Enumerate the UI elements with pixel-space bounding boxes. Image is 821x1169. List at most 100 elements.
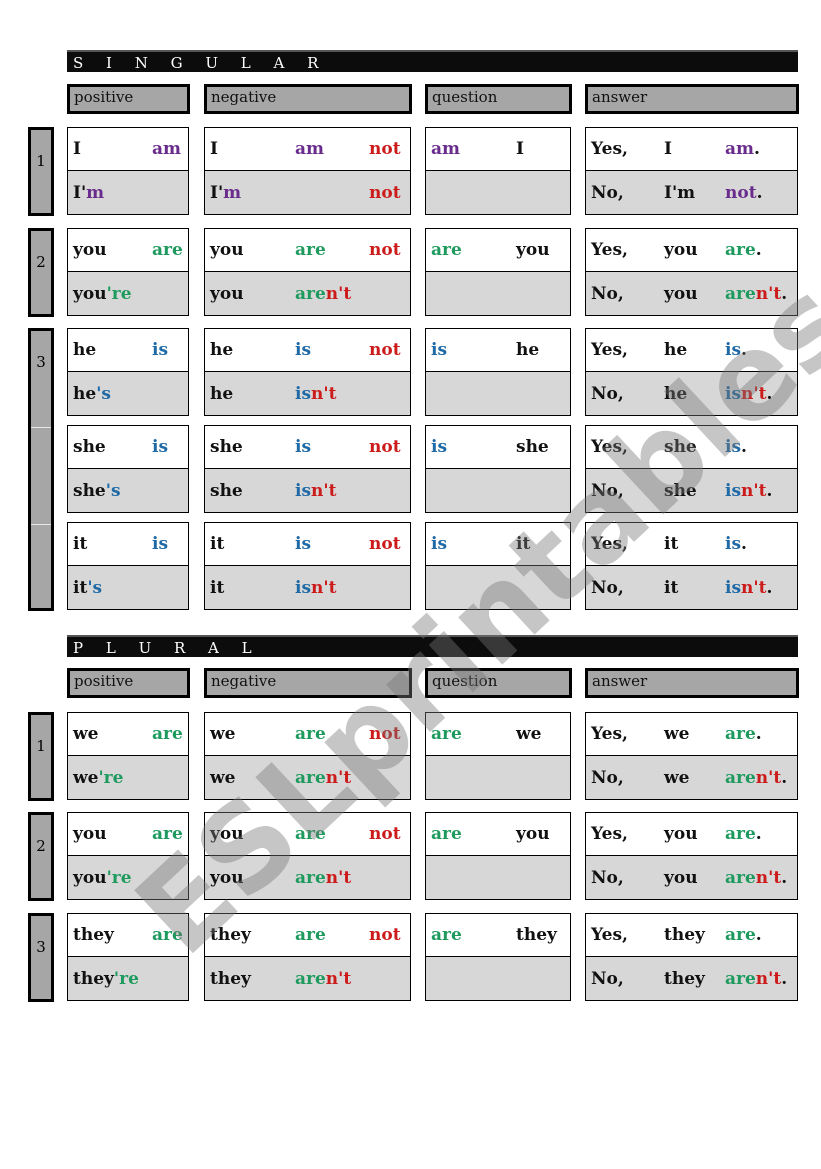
cell-question: am I xyxy=(425,127,571,215)
row-full: you are xyxy=(68,229,188,272)
word-part: . xyxy=(755,824,762,844)
word-part: are xyxy=(725,240,756,260)
word-part: you xyxy=(73,867,107,888)
row-full: are we xyxy=(426,713,570,756)
subject: it xyxy=(664,577,679,598)
verb: am xyxy=(295,139,325,159)
subject: he xyxy=(73,340,97,360)
word-part: n't xyxy=(325,283,352,304)
subject: we xyxy=(664,767,690,788)
word-part: 's xyxy=(105,480,121,501)
row-full: Yes, you are. xyxy=(586,813,797,856)
contraction: I'm xyxy=(210,183,241,203)
word-part: n't xyxy=(755,968,782,989)
person-number: 2 xyxy=(28,228,54,317)
word-part: n't xyxy=(741,383,767,404)
short-answer: aren't. xyxy=(725,284,787,304)
short-answer: isn't. xyxy=(725,578,772,598)
word-part: you xyxy=(73,283,107,304)
cell-negative: they are not they aren't xyxy=(204,913,411,1001)
word-part: is xyxy=(725,480,742,501)
verb: are xyxy=(431,824,462,844)
row-contracted xyxy=(426,566,570,609)
header-positive: positive xyxy=(67,84,190,114)
cell-positive: he is he's xyxy=(67,328,189,416)
header-negative: negative xyxy=(204,84,412,114)
contraction: they're xyxy=(73,969,139,989)
word-part: . xyxy=(766,383,773,404)
person-number: 3 xyxy=(28,913,54,1002)
person-number: 1 xyxy=(28,127,54,216)
short-answer: is. xyxy=(725,437,747,457)
row-full: you are not xyxy=(205,229,410,272)
cell-positive: they are they're xyxy=(67,913,189,1001)
row-contracted: No, it isn't. xyxy=(586,566,797,609)
cell-positive: we are we're xyxy=(67,712,189,800)
word-part: . xyxy=(755,724,762,744)
yes: Yes, xyxy=(591,139,628,159)
subject: you xyxy=(664,240,698,260)
word-part: is xyxy=(725,534,742,554)
row-contracted: she's xyxy=(68,469,188,512)
cell-negative: she is not she isn't xyxy=(204,425,411,513)
word-part: she xyxy=(73,480,106,501)
short-answer: aren't. xyxy=(725,868,787,888)
word-part: we xyxy=(73,767,99,788)
row-full: he is xyxy=(68,329,188,372)
contraction: aren't xyxy=(295,868,351,888)
yes: Yes, xyxy=(591,340,628,360)
not: not xyxy=(369,437,401,457)
row-full: Yes, you are. xyxy=(586,229,797,272)
word-part: . xyxy=(781,283,788,304)
subject: he xyxy=(664,340,688,360)
not: not xyxy=(369,182,401,203)
section-title-singular: S I N G U L A R xyxy=(67,50,798,72)
subject: you xyxy=(210,824,244,844)
row-contracted xyxy=(426,856,570,899)
subject: they xyxy=(664,968,705,989)
row-full: you are xyxy=(68,813,188,856)
word-part: m xyxy=(86,182,105,203)
row-contracted: I'm not xyxy=(205,171,410,214)
person-number: 1 xyxy=(28,712,54,801)
row-full: she is xyxy=(68,426,188,469)
row-full: Yes, he is. xyxy=(586,329,797,372)
subject: she xyxy=(210,437,243,457)
not: not xyxy=(369,139,401,159)
cell-negative: we are not we aren't xyxy=(204,712,411,800)
row-contracted: he isn't xyxy=(205,372,410,415)
row-full: it is xyxy=(68,523,188,566)
row-contracted: they're xyxy=(68,957,188,1000)
row-full: are you xyxy=(426,813,570,856)
verb: am xyxy=(431,139,461,159)
row-full: they are not xyxy=(205,914,410,957)
subject: we xyxy=(664,724,690,744)
row-contracted xyxy=(426,756,570,799)
row-contracted: it isn't xyxy=(205,566,410,609)
subject: I'm xyxy=(664,182,696,203)
subject: he xyxy=(210,383,234,404)
cell-positive: it is it's xyxy=(67,522,189,610)
row-contracted xyxy=(426,372,570,415)
header-negative: negative xyxy=(204,668,412,698)
subject: they xyxy=(664,925,705,945)
row-full: Iam not xyxy=(205,128,410,171)
header-answer: answer xyxy=(585,668,799,698)
word-part: am xyxy=(725,139,755,159)
row-contracted: No, you aren't. xyxy=(586,272,797,315)
subject: you xyxy=(73,240,107,260)
row-full: they are xyxy=(68,914,188,957)
verb: is xyxy=(431,340,448,360)
verb: are xyxy=(295,724,326,744)
word-part: n't xyxy=(325,968,352,989)
verb: is xyxy=(152,340,169,360)
subject: we xyxy=(516,724,542,744)
cell-answer: Yes, Iam. No, I'm not. xyxy=(585,127,798,215)
cell-negative: he is not he isn't xyxy=(204,328,411,416)
word-part: . xyxy=(781,867,788,888)
cell-positive: you are you're xyxy=(67,812,189,900)
no: No, xyxy=(591,577,624,598)
row-contracted: you're xyxy=(68,272,188,315)
word-part: . xyxy=(766,480,773,501)
subject: you xyxy=(210,283,244,304)
